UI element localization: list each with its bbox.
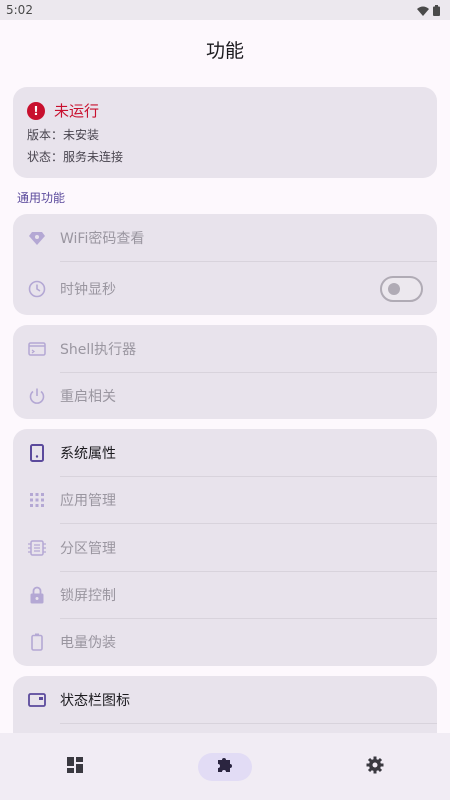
clock-seconds-toggle[interactable] xyxy=(380,275,423,302)
group-shell-reboot: Shell执行器 重启相关 xyxy=(13,325,437,419)
status-icons xyxy=(417,1,440,20)
chip-icon xyxy=(27,538,47,558)
app-management-item[interactable]: 应用管理 xyxy=(13,476,437,523)
dashboard-icon xyxy=(67,756,83,777)
wifi-password-label: WiFi密码查看 xyxy=(60,230,145,247)
reboot-label: 重启相关 xyxy=(60,388,116,405)
system-properties-label: 系统属性 xyxy=(60,445,116,462)
error-icon: ! xyxy=(27,101,45,120)
app-management-label: 应用管理 xyxy=(60,492,116,509)
battery-spoof-label: 电量伪装 xyxy=(60,634,116,651)
section-label-general: 通用功能 xyxy=(17,191,66,205)
power-icon xyxy=(27,386,47,406)
group-system-tools: 系统属性 应用管理 分区管理 锁屏控制 电量伪装 xyxy=(13,429,437,666)
group-wifi-clock: WiFi密码查看 时钟显秒 xyxy=(13,214,437,315)
clock-seconds-item[interactable]: 时钟显秒 xyxy=(13,263,437,314)
statusbar-icons-label: 状态栏图标 xyxy=(60,692,130,709)
nav-settings-button[interactable] xyxy=(348,753,402,781)
service-status-card[interactable]: ! 未运行 版本：未安装 状态：服务未连接 xyxy=(13,87,437,178)
nav-home-button[interactable] xyxy=(48,753,102,781)
clock-time: 5:02 xyxy=(6,3,33,17)
statusbar-icon xyxy=(27,690,47,710)
system-status-bar: 5:02 xyxy=(0,0,450,20)
nav-features-button[interactable] xyxy=(198,752,252,781)
status-title: 未运行 xyxy=(54,102,100,120)
partition-management-item[interactable]: 分区管理 xyxy=(13,524,437,571)
page-title: 功能 xyxy=(205,40,244,62)
clock-seconds-label: 时钟显秒 xyxy=(60,281,116,298)
service-state-text: 状态：服务未连接 xyxy=(27,150,124,164)
wifi-signal-icon xyxy=(417,1,429,20)
statusbar-icons-item[interactable]: 状态栏图标 xyxy=(13,676,437,723)
puzzle-icon xyxy=(216,756,234,778)
phone-icon xyxy=(27,443,47,463)
system-properties-item[interactable]: 系统属性 xyxy=(13,429,437,476)
status-header: ! 未运行 xyxy=(27,100,423,121)
bottom-navigation xyxy=(0,733,450,800)
wifi-password-item[interactable]: WiFi密码查看 xyxy=(13,214,437,261)
wifi-diamond-icon xyxy=(27,228,47,248)
settings-gear-icon xyxy=(366,756,384,778)
version-text: 版本：未安装 xyxy=(27,128,100,142)
lock-icon xyxy=(27,585,47,605)
apps-grid-icon xyxy=(27,490,47,510)
shell-executor-label: Shell执行器 xyxy=(60,341,137,358)
toggle-knob xyxy=(388,282,400,295)
terminal-icon xyxy=(27,339,47,359)
divider xyxy=(60,723,437,724)
lockscreen-control-item[interactable]: 锁屏控制 xyxy=(13,571,437,618)
partition-management-label: 分区管理 xyxy=(60,540,116,557)
reboot-item[interactable]: 重启相关 xyxy=(13,372,437,419)
divider xyxy=(60,261,437,262)
lockscreen-control-label: 锁屏控制 xyxy=(60,587,116,604)
battery-spoof-item[interactable]: 电量伪装 xyxy=(13,618,437,665)
clock-icon xyxy=(27,279,47,299)
battery-icon xyxy=(433,1,440,20)
shell-executor-item[interactable]: Shell执行器 xyxy=(13,325,437,372)
battery-outline-icon xyxy=(27,632,47,652)
